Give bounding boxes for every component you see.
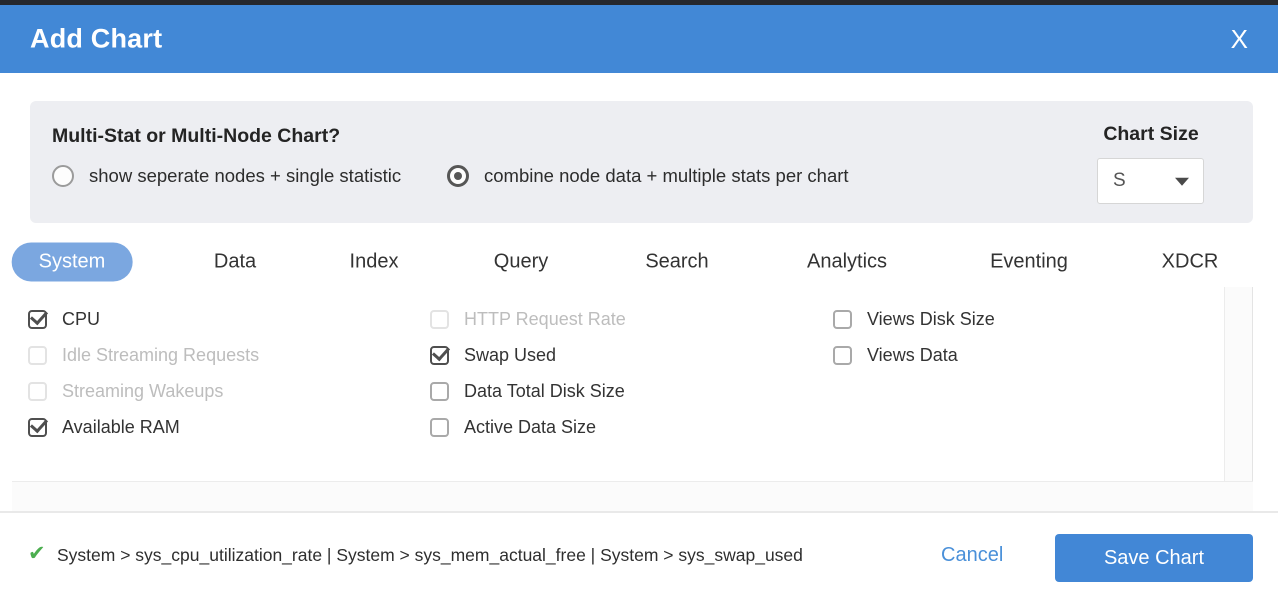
- stat-checkbox-swap-used[interactable]: Swap Used: [430, 343, 626, 367]
- tab-system[interactable]: System: [12, 243, 133, 282]
- multi-stat-panel: Multi-Stat or Multi-Node Chart? show sep…: [30, 101, 1253, 223]
- chart-size-select[interactable]: S: [1097, 158, 1204, 204]
- radio-icon[interactable]: [52, 165, 74, 187]
- cancel-button[interactable]: Cancel: [941, 544, 1003, 567]
- checkbox-icon[interactable]: [430, 382, 449, 401]
- checkbox-icon[interactable]: [28, 418, 47, 437]
- tab-label: Analytics: [807, 251, 887, 273]
- tab-query[interactable]: Query: [494, 251, 548, 274]
- chart-size-label: Chart Size: [1097, 123, 1205, 146]
- tab-label: Eventing: [990, 251, 1068, 273]
- checkbox-icon[interactable]: [833, 310, 852, 329]
- tab-index[interactable]: Index: [350, 251, 399, 274]
- stat-label: Idle Streaming Requests: [62, 345, 259, 366]
- tab-search[interactable]: Search: [645, 251, 708, 274]
- stat-label: Active Data Size: [464, 417, 596, 438]
- checkbox-icon: [430, 310, 449, 329]
- checkbox-icon: [28, 382, 47, 401]
- vertical-scrollbar[interactable]: [1224, 287, 1253, 511]
- chevron-down-icon: [1175, 178, 1189, 186]
- tab-label: Index: [350, 251, 399, 273]
- stat-checkbox-http-request-rate: HTTP Request Rate: [430, 307, 626, 331]
- stat-label: Data Total Disk Size: [464, 381, 625, 402]
- stat-label: HTTP Request Rate: [464, 309, 626, 330]
- dialog-footer: ✔ System > sys_cpu_utilization_rate | Sy…: [0, 513, 1278, 600]
- stat-checkbox-cpu[interactable]: CPU: [28, 307, 259, 331]
- stats-column-3: Views Disk Size Views Data: [833, 307, 995, 379]
- radio-combine-data[interactable]: combine node data + multiple stats per c…: [447, 165, 849, 187]
- close-icon[interactable]: X: [1231, 26, 1248, 52]
- radio-separate-nodes[interactable]: show seperate nodes + single statistic: [52, 165, 401, 187]
- success-check-icon: ✔: [28, 543, 46, 564]
- checkbox-icon[interactable]: [833, 346, 852, 365]
- stat-label: Views Data: [867, 345, 958, 366]
- checkbox-icon[interactable]: [28, 310, 47, 329]
- stat-checkbox-views-data[interactable]: Views Data: [833, 343, 995, 367]
- checkbox-icon: [28, 346, 47, 365]
- tab-xdcr[interactable]: XDCR: [1162, 251, 1219, 274]
- tab-label: XDCR: [1162, 251, 1219, 273]
- stat-label: CPU: [62, 309, 100, 330]
- radio-label: combine node data + multiple stats per c…: [484, 165, 849, 187]
- tab-analytics[interactable]: Analytics: [807, 251, 887, 274]
- stat-checkbox-data-total-disk-size[interactable]: Data Total Disk Size: [430, 379, 626, 403]
- stat-checkbox-available-ram[interactable]: Available RAM: [28, 415, 259, 439]
- stats-column-1: CPU Idle Streaming Requests Streaming Wa…: [28, 307, 259, 451]
- stat-label: Views Disk Size: [867, 309, 995, 330]
- stat-checkbox-idle-streaming-requests: Idle Streaming Requests: [28, 343, 259, 367]
- tab-label: Data: [214, 251, 256, 273]
- tab-data[interactable]: Data: [214, 251, 256, 274]
- stat-label: Swap Used: [464, 345, 556, 366]
- service-tabs: System Data Index Query Search Analytics…: [0, 239, 1278, 285]
- stat-checkbox-streaming-wakeups: Streaming Wakeups: [28, 379, 259, 403]
- stat-checkbox-active-data-size[interactable]: Active Data Size: [430, 415, 626, 439]
- tab-label: Search: [645, 251, 708, 273]
- chart-size-group: Chart Size S: [1097, 123, 1205, 204]
- tab-label: System: [39, 251, 106, 273]
- radio-label: show seperate nodes + single statistic: [89, 165, 401, 187]
- tab-label: Query: [494, 251, 548, 273]
- stat-label: Available RAM: [62, 417, 180, 438]
- radio-icon[interactable]: [447, 165, 469, 187]
- panel-question: Multi-Stat or Multi-Node Chart?: [52, 125, 340, 148]
- checkbox-icon[interactable]: [430, 346, 449, 365]
- dialog-title: Add Chart: [30, 24, 162, 55]
- stats-column-2: HTTP Request Rate Swap Used Data Total D…: [430, 307, 626, 451]
- selection-summary: System > sys_cpu_utilization_rate | Syst…: [57, 545, 803, 566]
- stat-checkbox-views-disk-size[interactable]: Views Disk Size: [833, 307, 995, 331]
- save-chart-button[interactable]: Save Chart: [1055, 534, 1253, 582]
- chart-size-value: S: [1113, 170, 1126, 192]
- stat-label: Streaming Wakeups: [62, 381, 223, 402]
- horizontal-scrollbar[interactable]: [12, 481, 1253, 511]
- tab-eventing[interactable]: Eventing: [990, 251, 1068, 274]
- checkbox-icon[interactable]: [430, 418, 449, 437]
- dialog-header: Add Chart X: [0, 5, 1278, 73]
- add-chart-dialog: Add Chart X Multi-Stat or Multi-Node Cha…: [0, 0, 1278, 600]
